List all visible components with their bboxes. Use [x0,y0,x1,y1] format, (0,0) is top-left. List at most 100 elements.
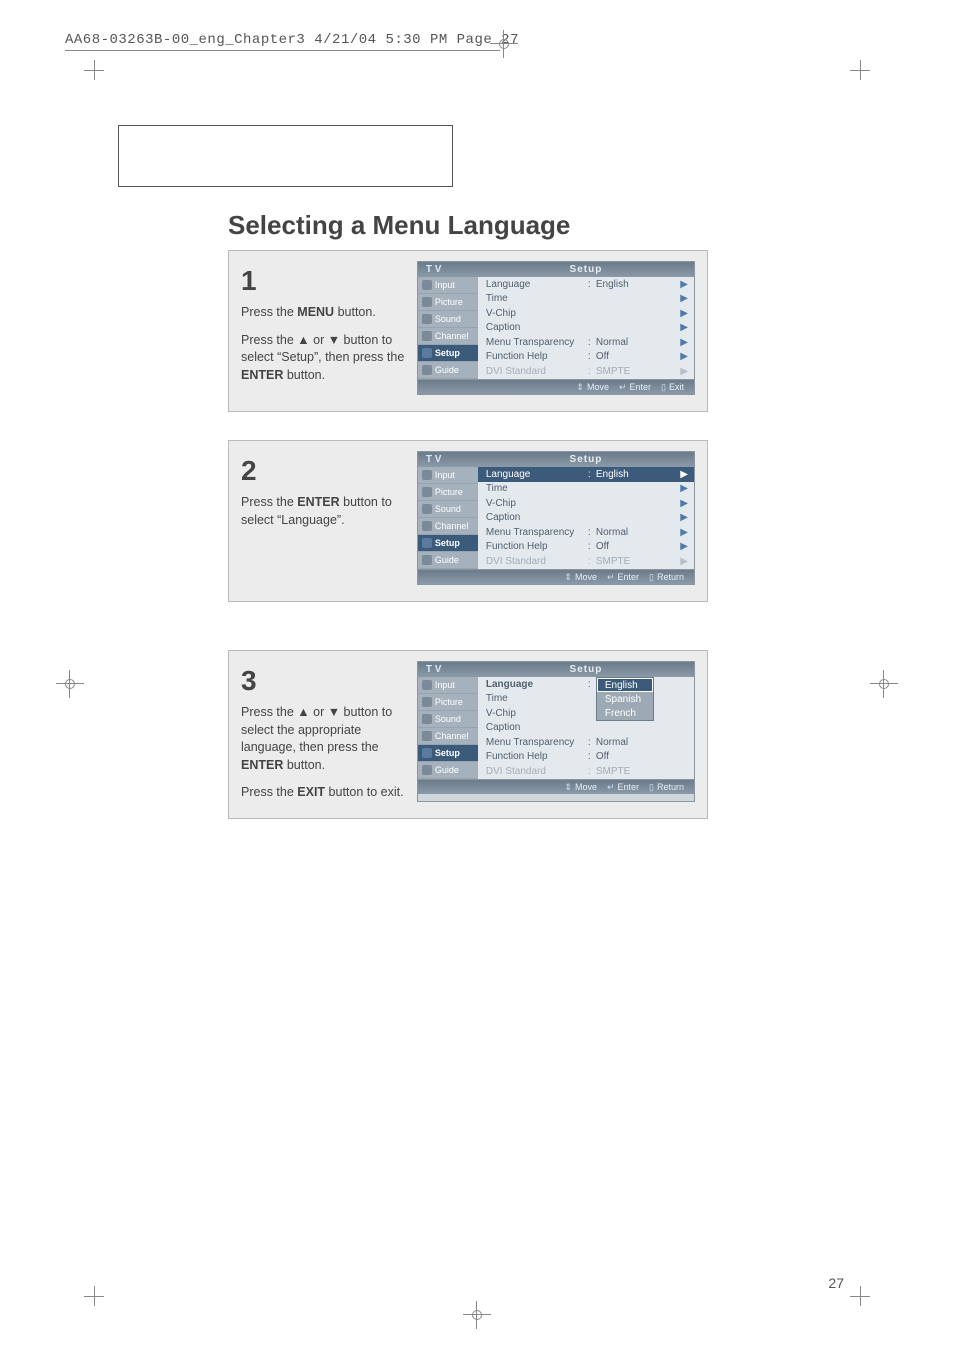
footer-enter: ↵Enter [619,382,651,393]
footer-move: ⇕Move [564,572,597,583]
osd-row-functionhelp[interactable]: Function Help:Off [478,750,694,765]
sidebar-item-channel[interactable]: Channel [418,728,478,745]
step-1-text: 1 Press the MENU button. Press the ▲ or … [241,261,405,395]
channel-icon [422,331,432,341]
chevron-right-icon: ▶ [680,322,688,333]
sidebar-item-picture[interactable]: Picture [418,484,478,501]
popup-option-french[interactable]: French [597,706,653,720]
osd-sidebar: Input Picture Sound Channel Setup Guide [418,677,478,779]
sidebar-item-channel[interactable]: Channel [418,328,478,345]
osd-row-vchip[interactable]: V-Chip [478,706,694,721]
sidebar-item-input[interactable]: Input [418,467,478,484]
sidebar-item-picture[interactable]: Picture [418,294,478,311]
chevron-right-icon: ▶ [680,483,688,494]
input-icon [422,680,432,690]
exit-icon: ▯ [661,382,666,393]
osd-row-time[interactable]: Time▶ [478,482,694,497]
osd-sidebar: Input Picture Sound Channel Setup Guide [418,467,478,569]
osd-row-vchip[interactable]: V-Chip▶ [478,496,694,511]
osd-tv-label: T V [418,264,478,275]
osd-footer: ⇕Move ↵Enter ▯Return [418,569,694,584]
osd-row-transparency[interactable]: Menu Transparency:Normal▶ [478,335,694,350]
sidebar-item-guide[interactable]: Guide [418,762,478,779]
osd-row-time[interactable]: Time [478,692,694,707]
page-title: Selecting a Menu Language [228,210,570,241]
sidebar-item-input[interactable]: Input [418,277,478,294]
updown-icon: ⇕ [576,382,584,393]
osd-row-language[interactable]: Language:English▶ [478,277,694,292]
step-3-text: 3 Press the ▲ or ▼ button to select the … [241,661,405,802]
step-1-instruction-b: Press the ▲ or ▼ button to select “Setup… [241,332,405,385]
setup-icon [422,538,432,548]
chevron-right-icon: ▶ [680,469,688,480]
osd-screenshot-1: T V Setup Input Picture Sound Channel Se… [417,261,695,395]
popup-option-spanish[interactable]: Spanish [597,692,653,706]
osd-row-language[interactable]: Language: [478,677,694,692]
chevron-right-icon: ▶ [680,366,688,377]
osd-row-caption[interactable]: Caption▶ [478,511,694,526]
chevron-right-icon: ▶ [680,308,688,319]
language-popup: English Spanish French [596,677,654,721]
sidebar-item-guide[interactable]: Guide [418,362,478,379]
sidebar-item-guide[interactable]: Guide [418,552,478,569]
sidebar-item-sound[interactable]: Sound [418,711,478,728]
osd-screenshot-3: T V Setup Input Picture Sound Channel Se… [417,661,695,802]
return-icon: ▯ [649,572,654,583]
osd-row-time[interactable]: Time▶ [478,292,694,307]
osd-screenshot-2: T V Setup Input Picture Sound Channel Se… [417,451,695,585]
sidebar-item-setup[interactable]: Setup [418,535,478,552]
sidebar-item-input[interactable]: Input [418,677,478,694]
osd-row-language[interactable]: Language:English▶ [478,467,694,482]
osd-row-transparency[interactable]: Menu Transparency:Normal [478,735,694,750]
chevron-right-icon: ▶ [680,351,688,362]
sound-icon [422,314,432,324]
print-runner: AA68-03263B-00_eng_Chapter3 4/21/04 5:30… [65,32,519,48]
step-3-instruction-b: Press the EXIT button to exit. [241,784,405,802]
footer-enter: ↵Enter [607,572,639,583]
osd-row-caption[interactable]: Caption▶ [478,321,694,336]
chevron-right-icon: ▶ [680,498,688,509]
sound-icon [422,714,432,724]
osd-footer: ⇕Move ↵Enter ▯Exit [418,379,694,394]
chevron-right-icon: ▶ [680,293,688,304]
footer-return: ▯Return [649,782,684,793]
osd-row-transparency[interactable]: Menu Transparency:Normal▶ [478,525,694,540]
step-1-block: 1 Press the MENU button. Press the ▲ or … [228,250,708,412]
enter-icon: ↵ [607,572,615,583]
osd-header: T V Setup [418,662,694,677]
step-3-block: 3 Press the ▲ or ▼ button to select the … [228,650,708,819]
chevron-right-icon: ▶ [680,512,688,523]
osd-row-dvi: DVI Standard:SMPTE [478,764,694,779]
step-2-block: 2 Press the ENTER button to select “Lang… [228,440,708,602]
enter-icon: ↵ [607,782,615,793]
header-rule [65,50,500,51]
step-2-number: 2 [241,451,405,490]
sidebar-item-channel[interactable]: Channel [418,518,478,535]
popup-option-english[interactable]: English [597,678,653,692]
sidebar-item-sound[interactable]: Sound [418,501,478,518]
osd-row-dvi: DVI Standard:SMPTE▶ [478,554,694,569]
footer-enter: ↵Enter [607,782,639,793]
osd-row-functionhelp[interactable]: Function Help:Off▶ [478,350,694,365]
osd-header: T V Setup [418,452,694,467]
section-placeholder-box [118,125,453,187]
guide-icon [422,765,432,775]
sidebar-item-setup[interactable]: Setup [418,345,478,362]
osd-title: Setup [478,264,694,275]
footer-move: ⇕Move [576,382,609,393]
crop-tick-icon [850,60,870,80]
crop-tick-icon [850,1286,870,1306]
osd-tv-label: T V [418,664,478,675]
sidebar-item-picture[interactable]: Picture [418,694,478,711]
step-2-text: 2 Press the ENTER button to select “Lang… [241,451,405,585]
picture-icon [422,297,432,307]
input-icon [422,470,432,480]
footer-return: ▯Return [649,572,684,583]
osd-row-functionhelp[interactable]: Function Help:Off▶ [478,540,694,555]
osd-list: Language:English▶ Time▶ V-Chip▶ Caption▶… [478,277,694,379]
updown-icon: ⇕ [564,782,572,793]
sidebar-item-setup[interactable]: Setup [418,745,478,762]
osd-row-vchip[interactable]: V-Chip▶ [478,306,694,321]
sidebar-item-sound[interactable]: Sound [418,311,478,328]
osd-row-caption[interactable]: Caption [478,721,694,736]
